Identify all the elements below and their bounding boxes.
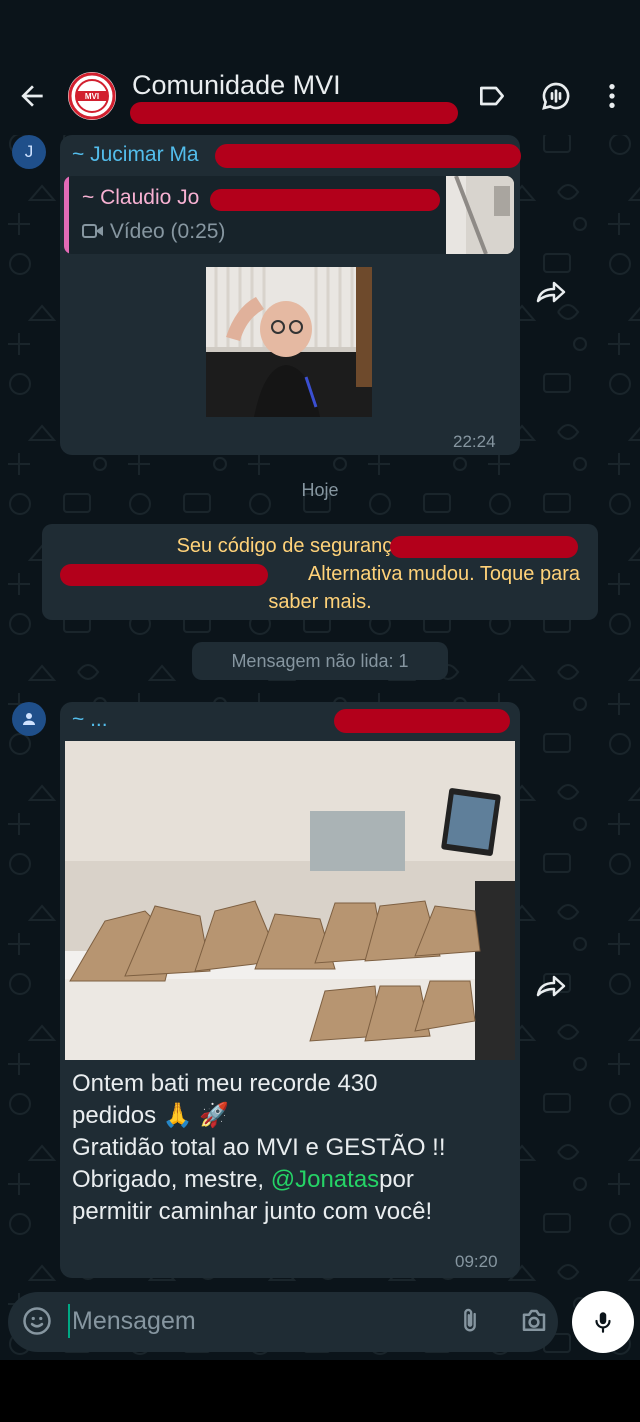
logo-text: MVI <box>85 92 99 101</box>
message-text-line: permitir caminhar junto com você! <box>72 1198 433 1225</box>
message-text-fragment: Obrigado, mestre, <box>72 1166 271 1193</box>
sender-avatar[interactable] <box>12 702 46 736</box>
quoted-thumbnail <box>446 176 514 254</box>
redaction-mark <box>390 536 578 558</box>
redaction-mark <box>130 102 458 124</box>
redaction-mark <box>215 144 521 168</box>
attach-icon[interactable] <box>456 1306 484 1336</box>
text-cursor <box>68 1304 70 1338</box>
microphone-icon <box>595 1312 611 1333</box>
system-navigation-bar <box>0 1360 640 1422</box>
user-mention-link[interactable]: @Jonatas <box>271 1166 379 1193</box>
date-separator: Hoje <box>301 479 339 500</box>
message-time: 22:24 <box>453 432 496 451</box>
video-preview-image[interactable] <box>206 267 372 417</box>
message-photo[interactable] <box>65 741 515 1060</box>
chat-title[interactable]: Comunidade MVI <box>132 70 341 101</box>
more-vert-icon[interactable] <box>596 80 628 112</box>
quoted-media-label: Vídeo (0:25) <box>82 220 225 244</box>
sticker-icon[interactable] <box>22 1306 52 1336</box>
voice-chat-icon[interactable] <box>540 80 572 112</box>
message-text-fragment: por <box>379 1166 414 1193</box>
message-text-line: pedidos 🙏 🚀 <box>72 1102 230 1129</box>
sender-name[interactable]: ~ Jucimar Ma <box>72 143 199 167</box>
sender-avatar[interactable]: J <box>12 135 46 169</box>
person-icon <box>23 713 35 725</box>
message-text: Ontem bati meu recorde 430 pedidos 🙏 🚀 G… <box>72 1068 502 1228</box>
quote-accent-bar <box>64 176 69 254</box>
label-icon[interactable] <box>476 80 508 112</box>
mvi-logo-icon: MVI <box>68 72 116 120</box>
security-notice-line-3: saber mais. <box>268 591 372 613</box>
video-duration: Vídeo (0:25) <box>109 220 226 243</box>
group-avatar[interactable]: MVI <box>68 72 116 120</box>
redaction-mark <box>60 564 268 586</box>
redaction-mark <box>210 189 440 211</box>
quoted-sender: ~ Claudio Jo <box>82 186 200 209</box>
video-icon <box>82 224 103 238</box>
back-arrow-icon[interactable] <box>16 80 48 112</box>
voice-message-button[interactable] <box>572 1291 634 1353</box>
message-text-line: Ontem bati meu recorde 430 <box>72 1070 378 1097</box>
message-text-line: Gratidão total ao MVI e GESTÃO !! <box>72 1134 446 1161</box>
message-text-line: Obrigado, mestre, @Jonataspor <box>72 1164 502 1196</box>
redaction-mark <box>334 709 510 733</box>
unread-separator: Mensagem não lida: 1 <box>192 642 448 680</box>
quoted-message[interactable]: ~ Claudio Jo Vídeo (0:25) <box>64 176 514 254</box>
message-input[interactable]: Mensagem <box>72 1307 196 1336</box>
forward-icon[interactable] <box>530 967 570 1007</box>
camera-icon[interactable] <box>518 1306 550 1336</box>
forward-icon[interactable] <box>530 273 570 313</box>
sender-name[interactable]: ~ ... <box>72 708 108 732</box>
message-time: 09:20 <box>455 1252 498 1271</box>
